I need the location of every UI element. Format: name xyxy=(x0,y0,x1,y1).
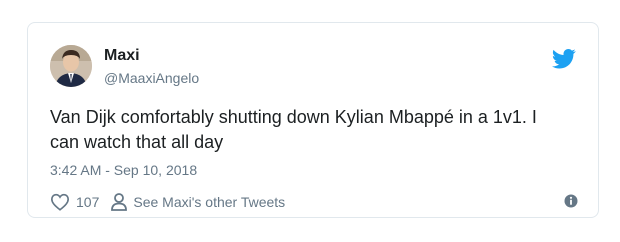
like-button[interactable]: 107 xyxy=(50,193,99,211)
see-other-tweets-link[interactable]: See Maxi's other Tweets xyxy=(111,193,285,211)
tweet-timestamp[interactable]: 3:42 AM - Sep 10, 2018 xyxy=(50,162,197,178)
tweet-card: Maxi @MaaxiAngelo Van Dijk comfortably s… xyxy=(27,22,599,218)
info-icon[interactable] xyxy=(564,194,578,208)
tweet-actions: 107 See Maxi's other Tweets xyxy=(50,193,297,211)
person-icon xyxy=(111,193,128,211)
like-count: 107 xyxy=(76,194,100,210)
author-handle[interactable]: @MaaxiAngelo xyxy=(104,70,199,86)
tweet-text: Van Dijk comfortably shutting down Kylia… xyxy=(50,107,537,152)
see-other-tweets-label: See Maxi's other Tweets xyxy=(133,194,286,210)
avatar[interactable] xyxy=(50,45,92,87)
twitter-bird-icon[interactable] xyxy=(552,49,576,69)
heart-icon xyxy=(50,193,70,211)
avatar-image xyxy=(50,45,92,87)
author-name[interactable]: Maxi xyxy=(104,47,140,65)
